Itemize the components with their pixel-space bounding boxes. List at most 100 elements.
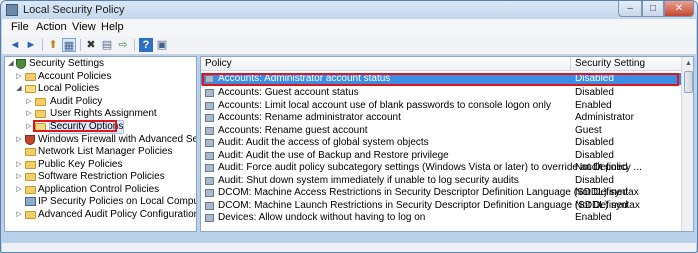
policy-name: Audit: Audit the access of global system…: [218, 137, 429, 148]
policy-icon: [205, 202, 214, 210]
folder-icon: [25, 173, 36, 181]
policy-row[interactable]: DCOM: Machine Access Restrictions in Sec…: [201, 187, 681, 199]
collapse-icon[interactable]: ◢: [7, 59, 15, 67]
expand-icon[interactable]: ▷: [15, 185, 23, 193]
show-hide-action-pane-icon[interactable]: ▣: [155, 38, 169, 52]
show-hide-console-tree-icon[interactable]: ▦: [62, 38, 76, 52]
expand-icon[interactable]: ▷: [15, 172, 23, 180]
policy-setting: Disabled: [575, 137, 614, 148]
expand-icon[interactable]: ▷: [15, 135, 23, 143]
help-icon[interactable]: ?: [139, 38, 153, 52]
tree-item-advanced-audit[interactable]: ▷ Advanced Audit Policy Configuration: [5, 209, 197, 221]
security-policy-app-icon[interactable]: [6, 4, 18, 16]
title-bar[interactable]: Local Security Policy – □ ✕: [1, 1, 697, 19]
policy-name: Accounts: Rename administrator account: [218, 112, 401, 123]
policy-setting: Disabled: [575, 150, 614, 161]
back-icon[interactable]: ◄: [8, 38, 22, 52]
tree-item-label: Network List Manager Policies: [38, 146, 173, 157]
policy-setting: Not Defined: [575, 200, 628, 211]
tree-item-label: Public Key Policies: [38, 159, 123, 170]
policy-icon: [205, 189, 214, 197]
tree-item-ip-security[interactable]: IP Security Policies on Local Computer: [5, 196, 197, 208]
tree-item-public-key-policies[interactable]: ▷ Public Key Policies: [5, 159, 195, 171]
menu-help[interactable]: Help: [101, 21, 124, 33]
vertical-scrollbar[interactable]: ▲: [681, 57, 693, 231]
tree-item-label: Account Policies: [38, 71, 112, 82]
policy-icon: [205, 177, 214, 185]
policy-list: Policy Security Setting Accounts: Admini…: [200, 56, 694, 232]
tree-item-label: Local Policies: [38, 83, 100, 94]
row-highlight: [202, 73, 679, 86]
policy-row[interactable]: Audit: Force audit policy subcategory se…: [201, 162, 681, 174]
up-one-level-icon[interactable]: ⬆: [46, 38, 60, 52]
policy-row[interactable]: DCOM: Machine Launch Restrictions in Sec…: [201, 200, 681, 212]
policy-name: Accounts: Limit local account use of bla…: [218, 100, 551, 111]
policy-icon: [205, 214, 214, 222]
expand-icon[interactable]: ▷: [15, 72, 23, 80]
tree-item-label: Audit Policy: [50, 96, 103, 107]
policy-row[interactable]: Accounts: Limit local account use of bla…: [201, 100, 681, 112]
policy-name: Devices: Allow undock without having to …: [218, 212, 426, 223]
status-bar: [2, 242, 696, 252]
scrollbar-thumb[interactable]: [684, 71, 693, 93]
tree-item-label: User Rights Assignment: [50, 108, 157, 119]
window-title: Local Security Policy: [23, 4, 125, 16]
policy-row[interactable]: Accounts: Rename guest account Guest: [201, 125, 681, 137]
toolbar: ◄ ► ⬆ ▦ ✖ ▤ ⇨ ? ▣: [2, 36, 696, 55]
tree-item-security-settings[interactable]: ◢ Security Settings: [5, 58, 195, 70]
policy-setting: Enabled: [575, 100, 612, 111]
policy-name: Accounts: Rename guest account: [218, 125, 368, 136]
forward-icon[interactable]: ►: [24, 38, 38, 52]
tree-item-local-policies[interactable]: ◢ Local Policies: [5, 83, 195, 95]
policy-row[interactable]: Accounts: Guest account status Disabled: [201, 87, 681, 99]
tree-item-user-rights-assignment[interactable]: ▷ User Rights Assignment: [5, 108, 195, 120]
export-list-icon[interactable]: ⇨: [116, 38, 130, 52]
policy-row[interactable]: Audit: Audit the access of global system…: [201, 137, 681, 149]
policy-name: Audit: Audit the use of Backup and Resto…: [218, 150, 449, 161]
tree-item-network-list-manager[interactable]: Network List Manager Policies: [5, 146, 195, 158]
menu-action[interactable]: Action: [36, 21, 67, 33]
tree-item-label: Software Restriction Policies: [38, 171, 165, 182]
column-header-security-setting[interactable]: Security Setting: [571, 57, 681, 71]
policy-setting: Disabled: [575, 175, 614, 186]
folder-icon: [25, 211, 36, 219]
tree-item-software-restriction[interactable]: ▷ Software Restriction Policies: [5, 171, 195, 183]
policy-row[interactable]: Accounts: Rename administrator account A…: [201, 112, 681, 124]
expand-icon[interactable]: ▷: [15, 160, 23, 168]
policy-row[interactable]: Audit: Shut down system immediately if u…: [201, 175, 681, 187]
expand-icon[interactable]: ▷: [15, 210, 23, 218]
minimize-button[interactable]: –: [618, 1, 642, 17]
menu-view[interactable]: View: [72, 21, 96, 33]
firewall-icon: [25, 135, 35, 145]
policy-setting: Disabled: [575, 87, 614, 98]
expand-icon[interactable]: ▷: [25, 122, 33, 130]
computer-icon: [25, 197, 36, 206]
delete-icon[interactable]: ✖: [84, 38, 98, 52]
collapse-icon[interactable]: ◢: [15, 84, 23, 92]
tree-item-label: Application Control Policies: [38, 184, 160, 195]
tree-item-label: Advanced Audit Policy Configuration: [38, 209, 197, 220]
close-button[interactable]: ✕: [664, 1, 694, 17]
column-header-policy[interactable]: Policy: [201, 57, 571, 71]
maximize-button[interactable]: □: [642, 1, 664, 17]
properties-icon[interactable]: ▤: [100, 38, 114, 52]
policy-row[interactable]: Audit: Audit the use of Backup and Resto…: [201, 150, 681, 162]
policy-icon: [205, 89, 214, 97]
expand-icon[interactable]: ▷: [25, 109, 33, 117]
tree-item-application-control[interactable]: ▷ Application Control Policies: [5, 184, 195, 196]
policy-row[interactable]: Accounts: Administrator account status D…: [201, 73, 681, 86]
tree-item-label: IP Security Policies on Local Computer: [38, 196, 197, 207]
menu-file[interactable]: File: [11, 21, 29, 33]
scroll-up-icon[interactable]: ▲: [685, 60, 692, 67]
folder-icon: [25, 186, 36, 194]
expand-icon[interactable]: ▷: [25, 97, 33, 105]
tree-item-account-policies[interactable]: ▷ Account Policies: [5, 71, 195, 83]
policy-icon: [205, 139, 214, 147]
tree-item-windows-firewall[interactable]: ▷ Windows Firewall with Advanced Securit…: [5, 134, 196, 146]
menu-bar: File Action View Help: [2, 19, 696, 36]
policy-icon: [205, 127, 214, 135]
policy-name: Accounts: Guest account status: [218, 87, 359, 98]
policy-row[interactable]: Devices: Allow undock without having to …: [201, 212, 681, 224]
tree-item-audit-policy[interactable]: ▷ Audit Policy: [5, 96, 195, 108]
policy-setting: Guest: [575, 125, 602, 136]
